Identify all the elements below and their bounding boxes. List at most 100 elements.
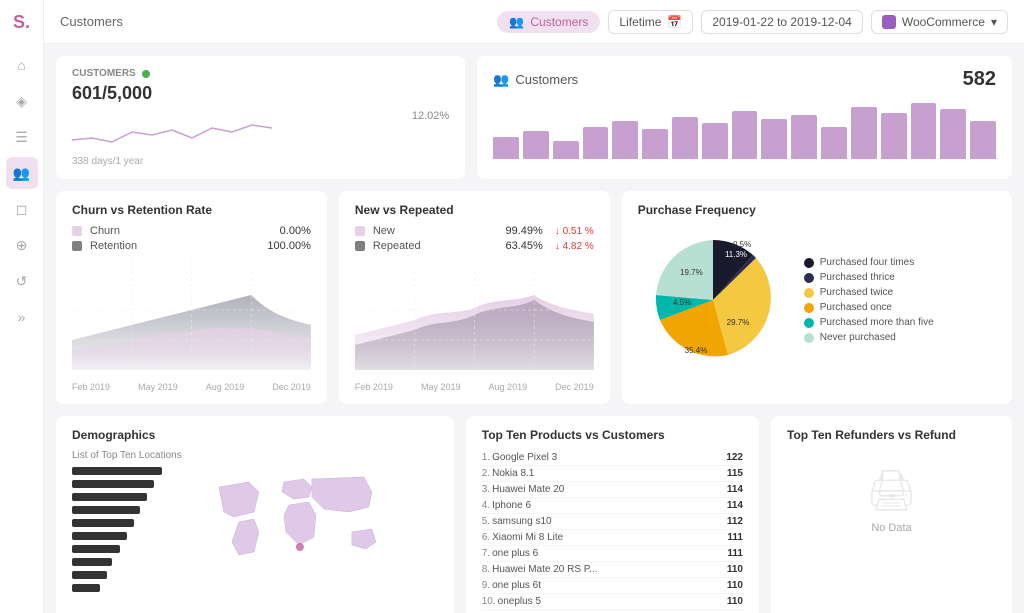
demo-hbar-5 bbox=[72, 519, 134, 527]
pie-legend: Purchased four times Purchased thrice Pu… bbox=[804, 257, 934, 343]
demographics-inner bbox=[72, 467, 438, 592]
pie-container: 11.3% 35.4% 29.7% 4.5% 19.7% 0.5% Purcha… bbox=[638, 225, 996, 375]
pie-item-never: Never purchased bbox=[804, 332, 934, 343]
svg-text:4.5%: 4.5% bbox=[673, 298, 691, 307]
product-1-count: 122 bbox=[726, 452, 743, 463]
demo-hbar-2 bbox=[72, 480, 154, 488]
churn-retention-legend: Churn 0.00% Retention 100.00% bbox=[72, 225, 311, 252]
bar-5 bbox=[612, 121, 638, 159]
top-refunders-title: Top Ten Refunders vs Refund bbox=[787, 428, 996, 442]
sidebar-item-orders[interactable]: ⊕ bbox=[6, 229, 38, 261]
churn-chart-area bbox=[72, 260, 311, 380]
no-data-icon: 🖨 bbox=[866, 467, 917, 514]
repeated-dot bbox=[355, 241, 365, 251]
churn-legend-item: Churn 0.00% bbox=[72, 225, 311, 237]
product-row-4: 4.Iphone 6 114 bbox=[482, 498, 743, 514]
demo-bar-2 bbox=[72, 480, 162, 488]
sidebar-item-home[interactable]: ⌂ bbox=[6, 49, 38, 81]
demo-hbar-1 bbox=[72, 467, 162, 475]
nr-xlabel-1: Feb 2019 bbox=[355, 382, 393, 392]
new-change: ↓ 0.51 % bbox=[555, 226, 594, 237]
svg-text:11.3%: 11.3% bbox=[725, 250, 747, 259]
world-map bbox=[170, 467, 438, 592]
date-range[interactable]: 2019-01-22 to 2019-12-04 bbox=[701, 10, 862, 34]
pie-five-dot bbox=[804, 318, 814, 328]
pie-three-dot bbox=[804, 273, 814, 283]
top-products-card: Top Ten Products vs Customers 1.Google P… bbox=[466, 416, 759, 613]
sidebar-item-products[interactable]: ◻ bbox=[6, 193, 38, 225]
product-row-8: 8.Huawei Mate 20 RS P... 110 bbox=[482, 562, 743, 578]
new-repeated-legend: New 99.49% ↓ 0.51 % Repeated 63.45% ↓ 4.… bbox=[355, 225, 594, 252]
pie-item-four: Purchased four times bbox=[804, 257, 934, 268]
product-row-5: 5.samsung s10 112 bbox=[482, 514, 743, 530]
product-1-name: 1.Google Pixel 3 bbox=[482, 452, 557, 463]
svg-text:0.5%: 0.5% bbox=[733, 240, 751, 249]
product-7-name: 7.one plus 6 bbox=[482, 548, 539, 559]
lifetime-filter[interactable]: Lifetime 📅 bbox=[608, 10, 693, 34]
bar-8 bbox=[702, 123, 728, 159]
svg-text:35.4%: 35.4% bbox=[684, 346, 707, 355]
sidebar: S. ⌂ ◈ ☰ 👥 ◻ ⊕ ↺ » bbox=[0, 0, 44, 613]
status-dot bbox=[142, 70, 150, 78]
demographics-title: Demographics bbox=[72, 428, 438, 442]
pie-item-five: Purchased more than five bbox=[804, 317, 934, 328]
no-data-area: 🖨 No Data bbox=[787, 450, 996, 550]
product-row-2: 2.Nokia 8.1 115 bbox=[482, 466, 743, 482]
date-range-label: 2019-01-22 to 2019-12-04 bbox=[712, 15, 851, 29]
bar-3 bbox=[553, 141, 579, 159]
customers-kpi-card: CUSTOMERS 601/5,000 12.02% 338 days/1 ye… bbox=[56, 56, 465, 179]
product-7-count: 111 bbox=[727, 548, 743, 559]
breadcrumb: Customers bbox=[60, 14, 485, 29]
demographics-card: Demographics List of Top Ten Locations bbox=[56, 416, 454, 613]
churn-retention-card: Churn vs Retention Rate Churn 0.00% Rete… bbox=[56, 191, 327, 404]
sidebar-item-more[interactable]: » bbox=[6, 301, 38, 333]
sidebar-item-refunds[interactable]: ↺ bbox=[6, 265, 38, 297]
product-10-name: 10.oneplus 5 bbox=[482, 596, 541, 607]
demo-bar-6 bbox=[72, 532, 162, 540]
repeated-legend-item: Repeated 63.45% ↓ 4.82 % bbox=[355, 240, 594, 252]
customers-tab-label: Customers bbox=[530, 15, 588, 29]
demo-hbar-9 bbox=[72, 571, 107, 579]
sidebar-item-analytics[interactable]: ◈ bbox=[6, 85, 38, 117]
pie-never-dot bbox=[804, 333, 814, 343]
bar-11 bbox=[791, 115, 817, 159]
source-selector[interactable]: WooCommerce ▾ bbox=[871, 10, 1008, 34]
demo-bar-8 bbox=[72, 558, 162, 566]
new-repeated-xaxis: Feb 2019 May 2019 Aug 2019 Dec 2019 bbox=[355, 382, 594, 392]
product-8-name: 8.Huawei Mate 20 RS P... bbox=[482, 564, 598, 575]
new-repeated-title: New vs Repeated bbox=[355, 203, 594, 217]
topbar-nav: 👥 Customers Lifetime 📅 2019-01-22 to 201… bbox=[497, 10, 1008, 34]
customers-bar-label: Customers bbox=[515, 72, 578, 87]
customers-tab[interactable]: 👥 Customers bbox=[497, 11, 600, 33]
repeated-label: Repeated bbox=[373, 240, 421, 252]
product-row-3: 3.Huawei Mate 20 114 bbox=[482, 482, 743, 498]
middle-row: Churn vs Retention Rate Churn 0.00% Rete… bbox=[56, 191, 1012, 404]
pie-twice-dot bbox=[804, 288, 814, 298]
svg-text:19.7%: 19.7% bbox=[680, 268, 703, 277]
bar-13 bbox=[851, 107, 877, 159]
xlabel-1: Feb 2019 bbox=[72, 382, 110, 392]
churn-retention-title: Churn vs Retention Rate bbox=[72, 203, 311, 217]
top-refunders-card: Top Ten Refunders vs Refund 🖨 No Data bbox=[771, 416, 1012, 613]
bar-1 bbox=[493, 137, 519, 159]
bar-14 bbox=[881, 113, 907, 159]
demo-bar-3 bbox=[72, 493, 162, 501]
product-2-name: 2.Nokia 8.1 bbox=[482, 468, 535, 479]
product-row-10: 10.oneplus 5 110 bbox=[482, 594, 743, 610]
nr-xlabel-3: Aug 2019 bbox=[489, 382, 528, 392]
product-5-count: 112 bbox=[727, 516, 743, 527]
product-2-count: 115 bbox=[727, 468, 743, 479]
stats-row: CUSTOMERS 601/5,000 12.02% 338 days/1 ye… bbox=[56, 56, 1012, 179]
demo-hbar-3 bbox=[72, 493, 147, 501]
product-4-count: 114 bbox=[727, 500, 743, 511]
bar-4 bbox=[583, 127, 609, 159]
demo-bar-5 bbox=[72, 519, 162, 527]
bar-12 bbox=[821, 127, 847, 159]
sidebar-item-reports[interactable]: ☰ bbox=[6, 121, 38, 153]
sidebar-item-customers[interactable]: 👥 bbox=[6, 157, 38, 189]
bar-9 bbox=[732, 111, 758, 159]
woocommerce-icon bbox=[882, 15, 896, 29]
customers-bar-chart bbox=[493, 99, 996, 159]
xlabel-2: May 2019 bbox=[138, 382, 178, 392]
product-9-name: 9.one plus 6t bbox=[482, 580, 541, 591]
